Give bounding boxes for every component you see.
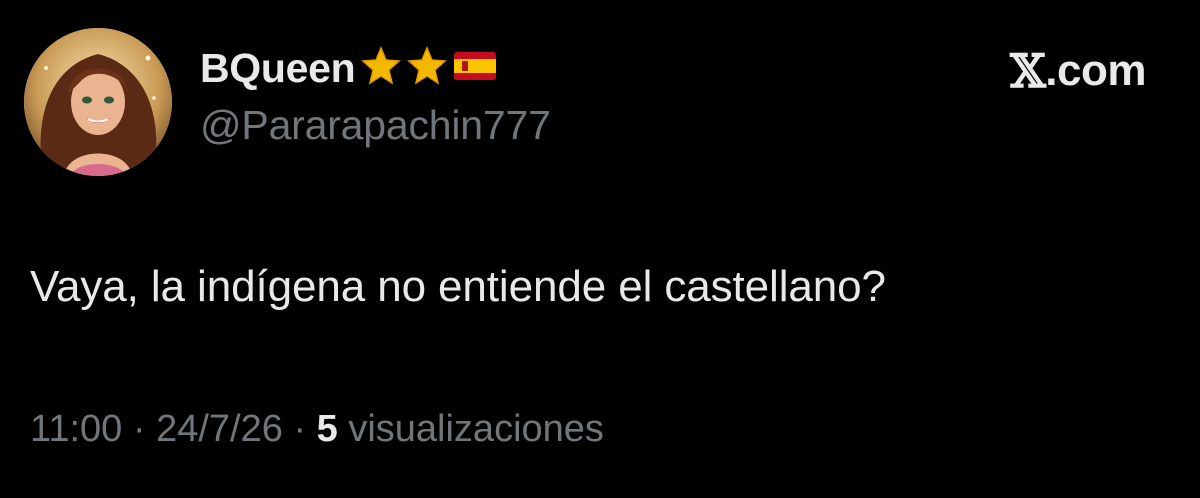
- spain-flag-icon: [453, 50, 497, 87]
- tweet-card: BQueen @Pararapachin777 𝕏 .com Vaya, la …: [0, 0, 1200, 498]
- display-name[interactable]: BQueen: [200, 45, 356, 92]
- x-logo-icon: 𝕏: [1010, 44, 1046, 98]
- views-count[interactable]: 5: [317, 408, 338, 451]
- tweet-date[interactable]: 24/7/26: [156, 408, 283, 451]
- author-name-row[interactable]: BQueen: [200, 42, 497, 94]
- tweet-meta: 11:00 · 24/7/26 · 5 visualizaciones: [30, 408, 604, 451]
- avatar[interactable]: [24, 28, 172, 176]
- meta-separator: ·: [122, 408, 157, 450]
- star-icon: [407, 45, 448, 91]
- tweet-time[interactable]: 11:00: [30, 408, 122, 451]
- star-icon: [361, 45, 402, 91]
- avatar-image: [24, 28, 172, 176]
- brand-suffix: .com: [1045, 46, 1146, 95]
- views-label[interactable]: visualizaciones: [338, 408, 604, 451]
- x-com-logo[interactable]: 𝕏 .com: [1010, 44, 1146, 98]
- author-handle[interactable]: @Pararapachin777: [200, 102, 551, 149]
- tweet-text: Vaya, la indígena no entiende el castell…: [30, 262, 886, 311]
- meta-separator: ·: [282, 408, 317, 450]
